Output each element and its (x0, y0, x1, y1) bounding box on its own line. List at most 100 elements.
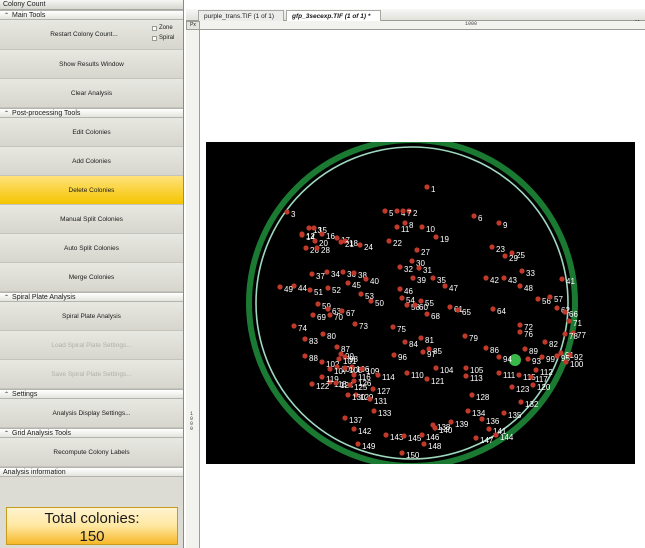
colony-dot[interactable] (358, 291, 364, 297)
show-results-window-button[interactable]: Show Results Window (0, 50, 183, 79)
colony-dot[interactable] (448, 419, 454, 425)
colony-dot[interactable] (496, 354, 502, 360)
colony-dot[interactable] (517, 322, 523, 328)
colony-dot[interactable] (397, 286, 403, 292)
colony-dot[interactable] (486, 426, 492, 432)
colony-dot[interactable] (351, 426, 357, 432)
colony-dot[interactable] (306, 225, 312, 231)
colony-dot[interactable] (367, 396, 373, 402)
zone-checkbox[interactable] (152, 25, 157, 31)
colony-dot[interactable] (334, 235, 340, 241)
colony-dot[interactable] (517, 329, 523, 335)
main-tools-header[interactable]: ⌃ Main Tools (0, 10, 183, 20)
colony-dot[interactable] (404, 302, 410, 308)
colony-dot[interactable] (479, 416, 485, 422)
colony-dot[interactable] (309, 271, 315, 277)
delete-colonies-button[interactable]: Delete Colonies (0, 176, 183, 205)
colony-dot[interactable] (370, 386, 376, 392)
settings-header[interactable]: ⌃ Settings (0, 389, 183, 399)
colony-dot[interactable] (490, 306, 496, 312)
colony-dot[interactable] (383, 432, 389, 438)
recompute-colony-labels-button[interactable]: Recompute Colony Labels (0, 438, 183, 467)
colony-dot[interactable] (333, 380, 339, 386)
tab-gfp-3secexp[interactable]: gfp_3secexp.TIF (1 of 1) * (286, 10, 381, 21)
colony-dot[interactable] (375, 372, 381, 378)
colony-dot[interactable] (302, 353, 308, 359)
colony-dot[interactable] (509, 384, 515, 390)
colony-dot[interactable] (517, 283, 523, 289)
colony-dot[interactable] (390, 324, 396, 330)
colony-dot[interactable] (400, 208, 406, 214)
colony-dot[interactable] (325, 306, 331, 312)
colony-dot[interactable] (562, 309, 568, 315)
spiral-plate-analysis-button[interactable]: Spiral Plate Analysis (0, 302, 183, 331)
colony-dot[interactable] (307, 287, 313, 293)
colony-dot[interactable] (473, 435, 479, 441)
colony-dot[interactable] (496, 220, 502, 226)
colony-dot[interactable] (462, 333, 468, 339)
colony-dot[interactable] (442, 283, 448, 289)
colony-dot[interactable] (547, 294, 553, 300)
colony-dot[interactable] (352, 321, 358, 327)
colony-dot[interactable] (319, 374, 325, 380)
colony-dot[interactable] (397, 264, 403, 270)
colony-dot[interactable] (325, 285, 331, 291)
colony-dot[interactable] (463, 365, 469, 371)
colony-dot[interactable] (562, 331, 568, 337)
edit-colonies-button[interactable]: Edit Colonies (0, 118, 183, 147)
colony-dot[interactable] (363, 276, 369, 282)
colony-dot[interactable] (338, 239, 344, 245)
colony-dot[interactable] (563, 359, 569, 365)
colony-dot[interactable] (404, 370, 410, 376)
spiral-option[interactable]: Spiral (152, 35, 174, 41)
colony-dot[interactable] (311, 225, 317, 231)
colony-dot[interactable] (315, 301, 321, 307)
colony-dot[interactable] (525, 356, 531, 362)
colony-dot[interactable] (542, 339, 548, 345)
clear-analysis-button[interactable]: Clear Analysis (0, 79, 183, 108)
colony-dot[interactable] (314, 245, 320, 251)
colony-dot[interactable] (312, 238, 318, 244)
colony-dot[interactable] (340, 269, 346, 275)
colony-dot[interactable] (334, 344, 340, 350)
plate-image[interactable]: 1234567891011121314151617181920212223242… (206, 142, 635, 464)
colony-dot[interactable] (327, 312, 333, 318)
colony-dot[interactable] (394, 208, 400, 214)
colony-dot[interactable] (386, 238, 392, 244)
colony-dot[interactable] (409, 258, 415, 264)
post-processing-header[interactable]: ⌃ Post-processing Tools (0, 108, 183, 118)
colony-dot[interactable] (559, 276, 565, 282)
colony-dot[interactable] (483, 275, 489, 281)
add-colonies-button[interactable]: Add Colonies (0, 147, 183, 176)
colony-dot[interactable] (345, 280, 351, 286)
colony-dot[interactable] (412, 302, 418, 308)
colony-dot[interactable] (399, 295, 405, 301)
tab-purple-trans[interactable]: purple_trans.TIF (1 of 1) * (198, 10, 284, 31)
spiral-checkbox[interactable] (152, 35, 157, 41)
colony-dot[interactable] (371, 408, 377, 414)
colony-dot[interactable] (342, 415, 348, 421)
colony-dot[interactable] (309, 381, 315, 387)
colony-dot[interactable] (432, 425, 438, 431)
colony-dot[interactable] (483, 345, 489, 351)
colony-dot[interactable] (465, 408, 471, 414)
colony-dot[interactable] (416, 265, 422, 271)
colony-dot[interactable] (347, 382, 353, 388)
plate-image-canvas[interactable]: 1234567891011121314151617181920212223242… (206, 142, 635, 464)
colony-dot[interactable] (291, 323, 297, 329)
spiral-plate-header[interactable]: ⌃ Spiral Plate Analysis (0, 292, 183, 302)
colony-dot[interactable] (419, 224, 425, 230)
colony-dot[interactable] (502, 253, 508, 259)
colony-dot[interactable] (516, 372, 522, 378)
colony-dot[interactable] (469, 392, 475, 398)
colony-dot[interactable] (424, 376, 430, 382)
colony-dot[interactable] (302, 336, 308, 342)
colony-dot[interactable] (351, 270, 357, 276)
colony-dot[interactable] (342, 365, 348, 371)
colony-dot[interactable] (355, 441, 361, 447)
colony-dot[interactable] (554, 353, 560, 359)
colony-dot[interactable] (310, 312, 316, 318)
colony-dot[interactable] (320, 331, 326, 337)
colony-dot[interactable] (447, 304, 453, 310)
colony-dot[interactable] (433, 234, 439, 240)
